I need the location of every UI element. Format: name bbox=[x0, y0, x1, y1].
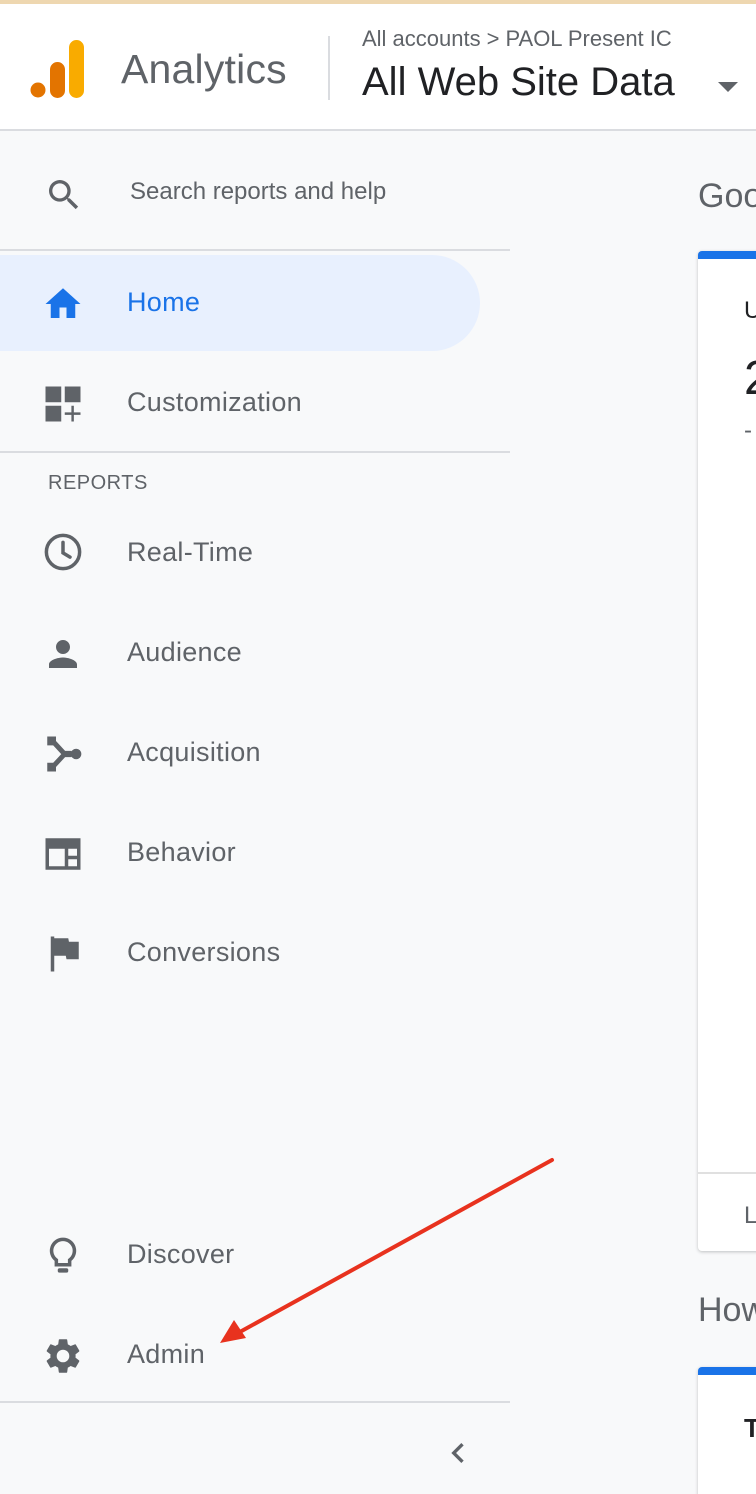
section-card[interactable]: T bbox=[698, 1367, 756, 1494]
search-icon[interactable] bbox=[44, 175, 84, 215]
card-footer-link[interactable]: L bbox=[744, 1202, 756, 1230]
header-divider bbox=[328, 36, 330, 100]
sidebar-item-realtime[interactable]: Real-Time bbox=[0, 505, 510, 601]
flag-icon bbox=[50, 936, 79, 972]
sidebar-item-home[interactable]: Home bbox=[0, 255, 510, 351]
view-selector[interactable]: All Web Site Data bbox=[362, 60, 675, 110]
main-content: Goo U 2 - L How T bbox=[510, 133, 756, 1494]
card-value: 2 bbox=[744, 351, 756, 406]
chevron-left-icon[interactable] bbox=[438, 1433, 478, 1473]
sidebar-item-behavior[interactable]: Behavior bbox=[0, 805, 510, 901]
sidebar-item-label: Behavior bbox=[127, 837, 236, 867]
card-footer-divider bbox=[698, 1172, 756, 1174]
overview-card[interactable]: U 2 - L bbox=[698, 251, 756, 1251]
sidebar-item-label: Home bbox=[127, 287, 201, 317]
caret-down-icon[interactable] bbox=[718, 82, 738, 92]
sidebar-item-acquisition[interactable]: Acquisition bbox=[0, 705, 510, 801]
analytics-logo-icon bbox=[30, 40, 84, 98]
sidebar-item-admin[interactable]: Admin bbox=[0, 1307, 510, 1403]
dashboard-add-icon bbox=[45, 386, 81, 422]
sidebar-item-label: Audience bbox=[127, 637, 242, 667]
page-title: Goo bbox=[698, 177, 756, 215]
sidebar-item-label: Admin bbox=[127, 1339, 206, 1369]
sidebar-item-label: Customization bbox=[127, 387, 302, 417]
search-row bbox=[0, 133, 510, 251]
lightbulb-icon bbox=[49, 1237, 77, 1273]
search-input[interactable] bbox=[112, 163, 482, 221]
app-header: Analytics All accounts > PAOL Present IC A… bbox=[0, 4, 756, 131]
web-layout-icon bbox=[45, 838, 81, 870]
breadcrumb-separator: > bbox=[486, 26, 500, 51]
sidebar: Home Customization REPORTS Real-Time Aud… bbox=[0, 133, 510, 1494]
merge-icon bbox=[47, 736, 82, 772]
card-label: T bbox=[744, 1413, 756, 1443]
gear-icon bbox=[46, 1339, 80, 1373]
sidebar-divider bbox=[0, 1401, 510, 1403]
sidebar-item-label: Real-Time bbox=[127, 537, 254, 567]
clock-icon bbox=[44, 533, 82, 571]
card-delta: - bbox=[744, 417, 752, 444]
sidebar-item-label: Conversions bbox=[127, 937, 281, 967]
person-icon bbox=[49, 640, 77, 668]
sidebar-item-audience[interactable]: Audience bbox=[0, 605, 510, 701]
home-icon bbox=[45, 288, 81, 318]
breadcrumb-root[interactable]: All accounts bbox=[362, 26, 481, 51]
breadcrumb-account[interactable]: PAOL Present IC bbox=[505, 26, 671, 51]
breadcrumb[interactable]: All accounts > PAOL Present IC bbox=[362, 26, 672, 52]
sidebar-item-label: Acquisition bbox=[127, 737, 261, 767]
product-name: Analytics bbox=[121, 46, 287, 92]
reports-section-header: REPORTS bbox=[48, 472, 148, 494]
sidebar-item-customization[interactable]: Customization bbox=[0, 355, 510, 451]
sidebar-item-discover[interactable]: Discover bbox=[0, 1207, 510, 1303]
section-title: How bbox=[698, 1291, 756, 1329]
sidebar-item-label: Discover bbox=[127, 1239, 235, 1269]
sidebar-divider bbox=[0, 451, 510, 453]
card-label: U bbox=[744, 297, 756, 324]
sidebar-item-conversions[interactable]: Conversions bbox=[0, 905, 510, 1001]
